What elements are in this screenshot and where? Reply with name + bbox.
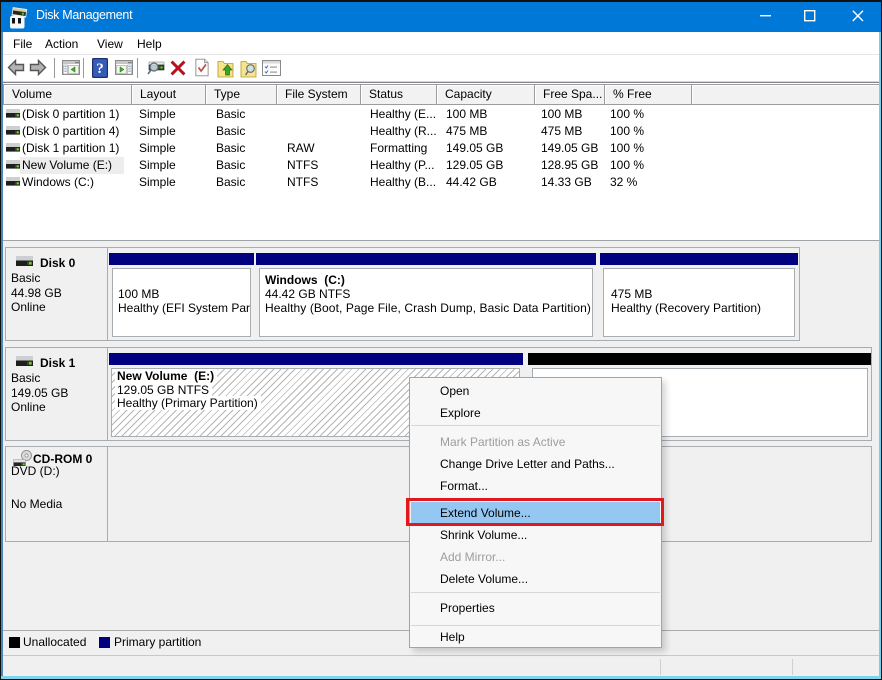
svg-text:?: ? (96, 61, 104, 77)
